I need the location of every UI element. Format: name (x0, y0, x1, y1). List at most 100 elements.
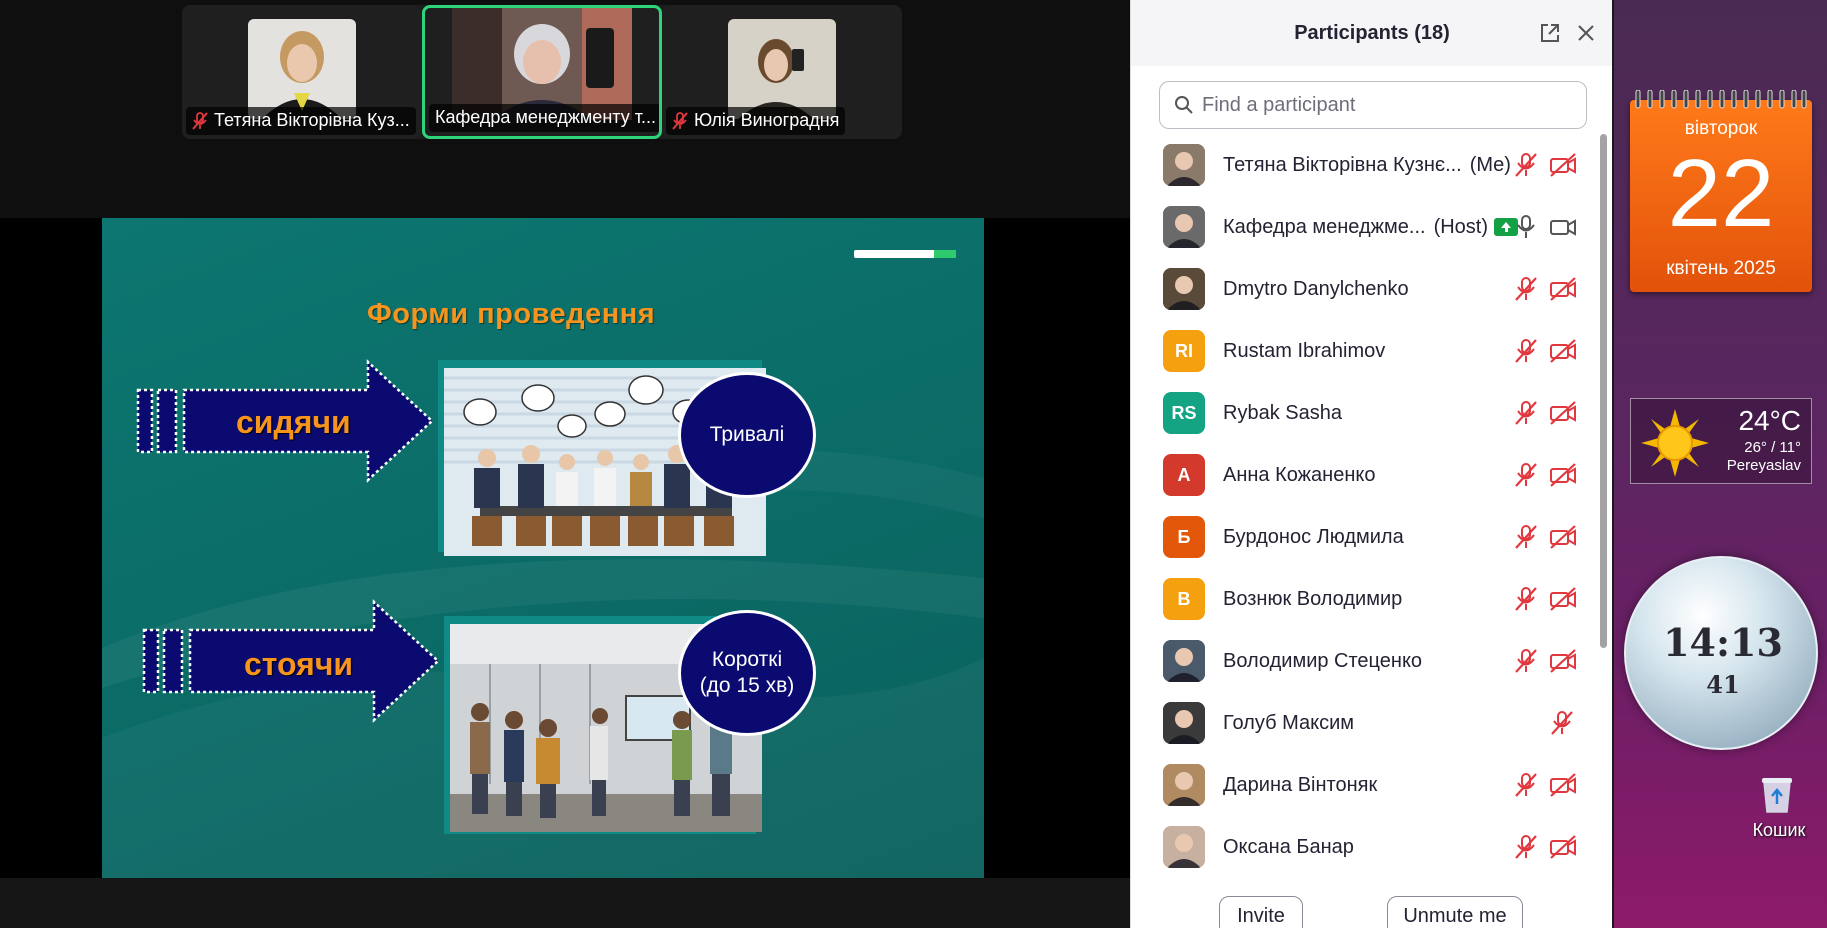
avatar: А (1163, 454, 1205, 496)
participant-name: Анна Кожаненко (1223, 464, 1375, 487)
camera-off-icon[interactable] (1549, 152, 1577, 178)
avatar (1163, 764, 1205, 806)
tile-name: Кафедра менеджменту т... (435, 107, 656, 127)
scrollbar[interactable] (1597, 134, 1609, 874)
participant-row[interactable]: Оксана Банар (1131, 816, 1597, 874)
participant-name: Бурдонос Людмила (1223, 526, 1404, 549)
tile-name: Тетяна Вікторівна Куз... (214, 110, 410, 130)
avatar: RI (1163, 330, 1205, 372)
participant-search[interactable] (1159, 81, 1587, 129)
camera-off-icon[interactable] (1549, 586, 1577, 612)
search-icon (1175, 96, 1193, 114)
participant-row[interactable]: Кафедра менеджме... (Host) (1131, 196, 1597, 258)
mic-muted-icon[interactable] (1513, 586, 1539, 612)
participant-name: Dmytro Danylchenko (1223, 278, 1409, 301)
avatar: Б (1163, 516, 1205, 558)
participant-row[interactable]: Дарина Вінтоняк (1131, 754, 1597, 816)
video-tile[interactable]: Тетяна Вікторівна Куз... (182, 5, 422, 139)
mic-muted-icon[interactable] (1513, 400, 1539, 426)
oval-short-duration: Короткі (до 15 хв) (678, 610, 816, 736)
participant-row[interactable]: Б Бурдонос Людмила (1131, 506, 1597, 568)
camera-off-icon[interactable] (1549, 772, 1577, 798)
mic-icon[interactable] (1513, 214, 1539, 240)
avatar: В (1163, 578, 1205, 620)
search-input[interactable] (1202, 93, 1562, 117)
participant-row[interactable]: Тетяна Вікторівна Кузнє... (Me) (1131, 134, 1597, 196)
participant-name-text: Голуб Максим (1223, 711, 1354, 734)
slide-title: Форми проведення (367, 298, 656, 330)
weather-gadget[interactable]: 24°C 26° / 11° Pereyaslav (1630, 398, 1812, 484)
mic-muted-icon (192, 111, 208, 130)
clock-gadget[interactable]: 14:13 41 (1624, 556, 1818, 750)
scrollbar-thumb[interactable] (1600, 134, 1607, 648)
mic-muted-icon[interactable] (1513, 772, 1539, 798)
participant-name: Кафедра менеджме... (Host) (1223, 215, 1519, 239)
mic-muted-icon[interactable] (1513, 524, 1539, 550)
participant-row[interactable]: А Анна Кожаненко (1131, 444, 1597, 506)
mic-muted-icon[interactable] (1513, 462, 1539, 488)
mic-muted-icon[interactable] (1513, 276, 1539, 302)
mic-muted-icon[interactable] (1513, 834, 1539, 860)
mic-muted-icon (672, 111, 688, 130)
mic-muted-icon[interactable] (1513, 338, 1539, 364)
mic-muted-icon[interactable] (1549, 710, 1577, 736)
participant-video (728, 19, 836, 119)
camera-off-icon[interactable] (1549, 338, 1577, 364)
participant-name: Тетяна Вікторівна Кузнє... (Me) (1223, 154, 1511, 177)
close-icon[interactable] (1575, 22, 1597, 44)
camera-icon[interactable] (1549, 214, 1577, 240)
participant-name: Володимир Стеценко (1223, 650, 1422, 673)
mic-muted-icon[interactable] (1513, 648, 1539, 674)
participant-row[interactable]: Dmytro Danylchenko (1131, 258, 1597, 320)
sun-icon (1641, 409, 1709, 477)
panel-header: Participants (18) (1131, 0, 1613, 66)
avatar-initials: В (1177, 588, 1191, 609)
video-tile-active-speaker[interactable]: Кафедра менеджменту т... (422, 5, 662, 139)
avatar (1163, 826, 1205, 868)
recycle-bin-label: Кошик (1752, 820, 1806, 840)
camera-off-icon[interactable] (1549, 462, 1577, 488)
participant-row[interactable]: RS Rybak Sasha (1131, 382, 1597, 444)
panel-title: Participants (18) (1294, 21, 1450, 44)
calendar-gadget[interactable]: вівторок 22 квітень 2025 (1630, 90, 1812, 292)
participant-name: Дарина Вінтоняк (1223, 774, 1377, 797)
clock-seconds: 41 (1706, 670, 1740, 699)
unmute-me-button[interactable]: Unmute me (1387, 896, 1523, 928)
camera-off-icon[interactable] (1549, 400, 1577, 426)
camera-off-icon[interactable] (1549, 276, 1577, 302)
slide-progress-bar (854, 250, 956, 258)
participant-name-text: Вознюк Володимир (1223, 587, 1403, 610)
tile-name: Юлія Виноградня (694, 110, 840, 130)
video-tile[interactable]: Юлія Виноградня (662, 5, 902, 139)
tile-nameplate: Тетяна Вікторівна Куз... (186, 107, 416, 135)
tile-nameplate: Юлія Виноградня (666, 107, 846, 135)
avatar (1163, 206, 1205, 248)
clock-time: 14:13 (1663, 620, 1783, 665)
mic-muted-icon[interactable] (1513, 152, 1539, 178)
calendar-rings-icon (1635, 90, 1807, 109)
participant-name: Оксана Банар (1223, 836, 1354, 859)
arrow-label-standing: стоячи (244, 646, 354, 682)
participant-name-text: Rybak Sasha (1223, 401, 1342, 424)
participant-name: Вознюк Володимир (1223, 588, 1402, 611)
participant-name-text: Тетяна Вікторівна Кузнє... (1223, 153, 1462, 176)
popout-icon[interactable] (1539, 22, 1561, 44)
participant-row[interactable]: Володимир Стеценко (1131, 630, 1597, 692)
invite-button[interactable]: Invite (1219, 896, 1303, 928)
calendar-day: 22 (1667, 140, 1775, 247)
avatar: RS (1163, 392, 1205, 434)
avatar (1163, 640, 1205, 682)
weather-city: Pereyaslav (1726, 457, 1801, 474)
camera-off-icon[interactable] (1549, 524, 1577, 550)
participant-role-tag: (Host) (1433, 215, 1489, 238)
participant-list: Тетяна Вікторівна Кузнє... (Me) Кафедра ме… (1131, 134, 1597, 874)
participant-name-text: Анна Кожаненко (1223, 463, 1376, 486)
camera-off-icon[interactable] (1549, 648, 1577, 674)
participant-row[interactable]: Голуб Максим (1131, 692, 1597, 754)
participant-row[interactable]: В Вознюк Володимир (1131, 568, 1597, 630)
calendar-weekday: вівторок (1684, 118, 1758, 139)
camera-off-icon[interactable] (1549, 834, 1577, 860)
participant-row[interactable]: RI Rustam Ibrahimov (1131, 320, 1597, 382)
weather-range: 26° / 11° (1744, 439, 1801, 456)
recycle-bin-icon[interactable] (1760, 776, 1794, 814)
